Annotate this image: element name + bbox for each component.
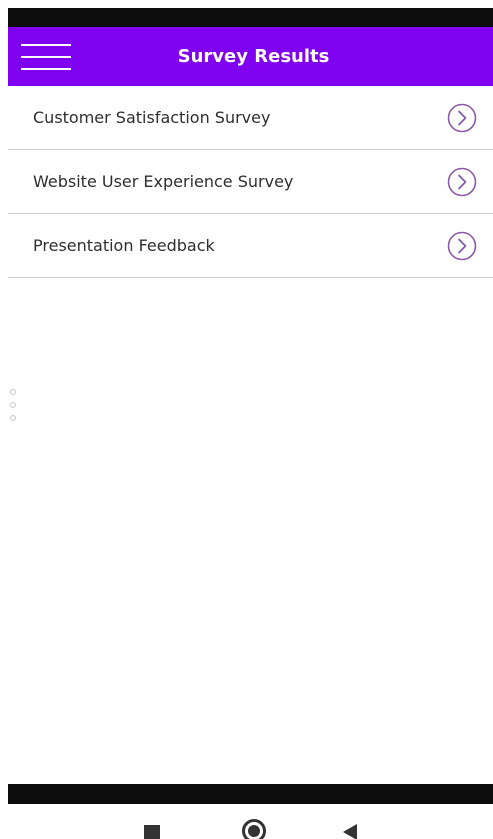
bottom-bar: [8, 784, 493, 804]
survey-list: Customer Satisfaction Survey Website Use…: [8, 86, 493, 278]
survey-title: Website User Experience Survey: [33, 172, 294, 191]
home-icon[interactable]: [242, 819, 266, 839]
list-item-customer-satisfaction-survey[interactable]: Customer Satisfaction Survey: [8, 86, 493, 150]
handle-dot: [10, 415, 16, 421]
app-screen: Survey Results Customer Satisfaction Sur…: [0, 0, 493, 839]
system-navigation-bar: [0, 804, 493, 839]
handle-dot: [10, 389, 16, 395]
list-item-website-user-experience-survey[interactable]: Website User Experience Survey: [8, 150, 493, 214]
handle-dot: [10, 402, 16, 408]
list-item-presentation-feedback[interactable]: Presentation Feedback: [8, 214, 493, 278]
drawer-handle[interactable]: [10, 389, 18, 423]
recent-apps-icon[interactable]: [144, 825, 160, 839]
status-bar: [8, 8, 493, 27]
survey-title: Customer Satisfaction Survey: [33, 108, 271, 127]
back-icon[interactable]: [343, 824, 357, 839]
chevron-right-circle-icon[interactable]: [447, 231, 477, 261]
page-title: Survey Results: [177, 46, 330, 67]
app-header: Survey Results: [8, 27, 493, 86]
chevron-right-circle-icon[interactable]: [447, 167, 477, 197]
chevron-right-circle-icon[interactable]: [447, 103, 477, 133]
survey-title: Presentation Feedback: [33, 236, 215, 255]
